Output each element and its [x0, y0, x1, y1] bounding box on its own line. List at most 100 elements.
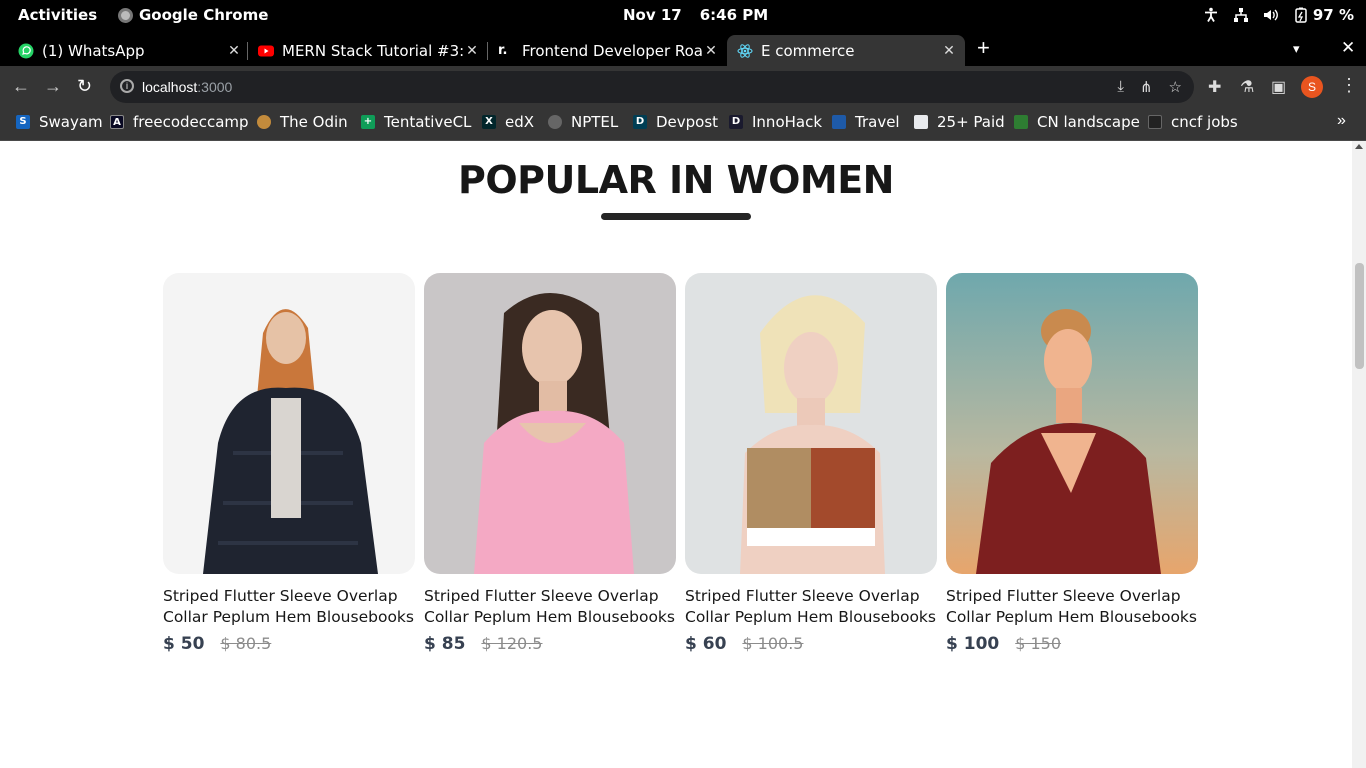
chrome-icon [118, 7, 133, 23]
site-info-icon[interactable]: i [120, 79, 134, 93]
bookmark-star-icon[interactable]: ☆ [1169, 78, 1182, 96]
close-tab-icon[interactable]: ✕ [703, 43, 719, 59]
bookmark-travel[interactable]: Travel [832, 113, 900, 131]
bookmark-nptel[interactable]: NPTEL [548, 113, 618, 131]
tab-title: Frontend Developer Roadm [522, 41, 703, 60]
product-card[interactable]: Striped Flutter Sleeve Overlap Collar Pe… [424, 273, 676, 654]
edx-icon: X [482, 115, 496, 129]
bookmark-freecodecamp[interactable]: Afreecodeccamp [110, 113, 249, 131]
activities-button[interactable]: Activities [18, 6, 97, 24]
tab-ecommerce[interactable]: E commerce ✕ [727, 35, 965, 66]
youtube-icon [258, 45, 274, 56]
chrome-menu-icon[interactable]: ⋮ [1340, 75, 1358, 96]
title-underline [601, 213, 751, 220]
system-tray[interactable]: 97 % [1203, 6, 1354, 24]
bookmark-tentativecl[interactable]: + TentativeCL [361, 113, 471, 131]
new-price: $ 50 [163, 634, 205, 654]
page-title: POPULAR IN WOMEN [458, 158, 894, 202]
forward-arrow-icon[interactable]: → [44, 76, 62, 97]
url-text[interactable]: localhost:3000 [142, 79, 232, 95]
new-price: $ 60 [685, 634, 727, 654]
product-prices: $ 60 $ 100.5 [685, 634, 937, 654]
roadmap-icon: r. [498, 42, 508, 58]
close-tab-icon[interactable]: ✕ [941, 43, 957, 59]
battery-icon [1295, 7, 1307, 23]
bookmark-cncf-jobs[interactable]: cncf jobs [1148, 113, 1238, 131]
share-icon[interactable]: ⋔ [1140, 78, 1153, 96]
bookmark-the-odin[interactable]: The Odin [257, 113, 348, 131]
old-price: $ 120.5 [481, 634, 543, 653]
product-card[interactable]: Striped Flutter Sleeve Overlap Collar Pe… [163, 273, 415, 654]
close-tab-icon[interactable]: ✕ [464, 43, 480, 59]
globe-icon [548, 115, 562, 129]
paid-icon [914, 115, 928, 129]
tab-strip: (1) WhatsApp ✕ MERN Stack Tutorial #3: C… [0, 32, 1366, 66]
travel-icon [832, 115, 846, 129]
product-card[interactable]: Striped Flutter Sleeve Overlap Collar Pe… [685, 273, 937, 654]
product-prices: $ 50 $ 80.5 [163, 634, 415, 654]
devpost-icon: D [633, 115, 647, 129]
product-image[interactable] [946, 273, 1198, 574]
old-price: $ 100.5 [742, 634, 804, 653]
tab-whatsapp[interactable]: (1) WhatsApp ✕ [18, 35, 242, 66]
sheets-icon: + [361, 115, 375, 129]
swayam-icon: S [16, 115, 30, 129]
install-app-icon[interactable]: ⤓ [1117, 78, 1124, 96]
tab-search-chevron-icon[interactable]: ▾ [1293, 41, 1300, 57]
labs-flask-icon[interactable]: ⚗ [1240, 77, 1254, 97]
product-image[interactable] [163, 273, 415, 574]
product-name[interactable]: Striped Flutter Sleeve Overlap Collar Pe… [424, 586, 676, 628]
bookmark-edx[interactable]: XedX [482, 113, 534, 131]
innohack-icon: D [729, 115, 743, 129]
tab-frontend-roadmap[interactable]: r. Frontend Developer Roadm ✕ [498, 35, 719, 66]
bookmarks-overflow-icon[interactable]: » [1337, 112, 1346, 130]
window-close-icon[interactable]: ✕ [1341, 38, 1355, 58]
old-price: $ 80.5 [220, 634, 272, 653]
product-card[interactable]: Striped Flutter Sleeve Overlap Collar Pe… [946, 273, 1198, 654]
product-name[interactable]: Striped Flutter Sleeve Overlap Collar Pe… [163, 586, 415, 628]
extensions-puzzle-icon[interactable]: ✚ [1208, 77, 1221, 97]
reload-icon[interactable]: ↻ [77, 76, 92, 97]
scrollbar-thumb[interactable] [1355, 263, 1364, 369]
product-name[interactable]: Striped Flutter Sleeve Overlap Collar Pe… [685, 586, 937, 628]
new-price: $ 85 [424, 634, 466, 654]
scroll-up-arrow-icon[interactable] [1355, 144, 1363, 149]
time: 6:46 PM [699, 6, 769, 24]
side-panel-icon[interactable]: ▣ [1271, 77, 1286, 97]
tab-title: E commerce [761, 41, 855, 60]
page-scrollbar[interactable] [1352, 141, 1366, 768]
bookmark-devpost[interactable]: D Devpost [633, 113, 718, 131]
page-viewport: POPULAR IN WOMEN Striped Flutter Sleeve … [0, 141, 1352, 768]
product-image[interactable] [424, 273, 676, 574]
tab-title: (1) WhatsApp [42, 41, 145, 60]
bookmark-swayam[interactable]: S Swayam [16, 113, 103, 131]
freecodecamp-icon: A [110, 115, 124, 129]
address-bar[interactable]: i localhost:3000 ⤓ ⋔ ☆ [110, 71, 1194, 103]
tab-mern-tutorial[interactable]: MERN Stack Tutorial #3: C ✕ [258, 35, 480, 66]
back-arrow-icon[interactable]: ← [12, 76, 30, 97]
system-top-bar: Activities Google Chrome Nov 17 6:46 PM 9… [0, 0, 1366, 32]
cncf-icon [1148, 115, 1162, 129]
react-icon [737, 43, 753, 58]
app-name: Google Chrome [139, 6, 269, 24]
odin-icon [257, 115, 271, 129]
profile-avatar[interactable]: S [1301, 76, 1323, 98]
bookmark-cn-landscape[interactable]: CN landscape [1014, 113, 1140, 131]
app-menu[interactable]: Google Chrome [118, 6, 268, 24]
product-prices: $ 100 $ 150 [946, 634, 1198, 654]
bookmark-25-paid[interactable]: 25+ Paid [914, 113, 1005, 131]
old-price: $ 150 [1015, 634, 1062, 653]
whatsapp-icon [18, 43, 34, 58]
product-image[interactable] [685, 273, 937, 574]
close-tab-icon[interactable]: ✕ [226, 43, 242, 59]
network-icon [1233, 8, 1248, 22]
product-name[interactable]: Striped Flutter Sleeve Overlap Collar Pe… [946, 586, 1198, 628]
new-tab-icon[interactable]: + [977, 37, 990, 59]
browser-toolbar: ← → ↻ i localhost:3000 ⤓ ⋔ ☆ ✚ ⚗ ▣ S ⋮ [0, 66, 1366, 108]
bookmark-innohack[interactable]: D InnoHack [729, 113, 822, 131]
clock[interactable]: Nov 17 6:46 PM [623, 6, 768, 24]
tab-title: MERN Stack Tutorial #3: C [282, 41, 464, 60]
product-prices: $ 85 $ 120.5 [424, 634, 676, 654]
bookmarks-bar: S Swayam Afreecodeccamp The Odin + Tentati… [0, 108, 1366, 141]
landscape-icon [1014, 115, 1028, 129]
